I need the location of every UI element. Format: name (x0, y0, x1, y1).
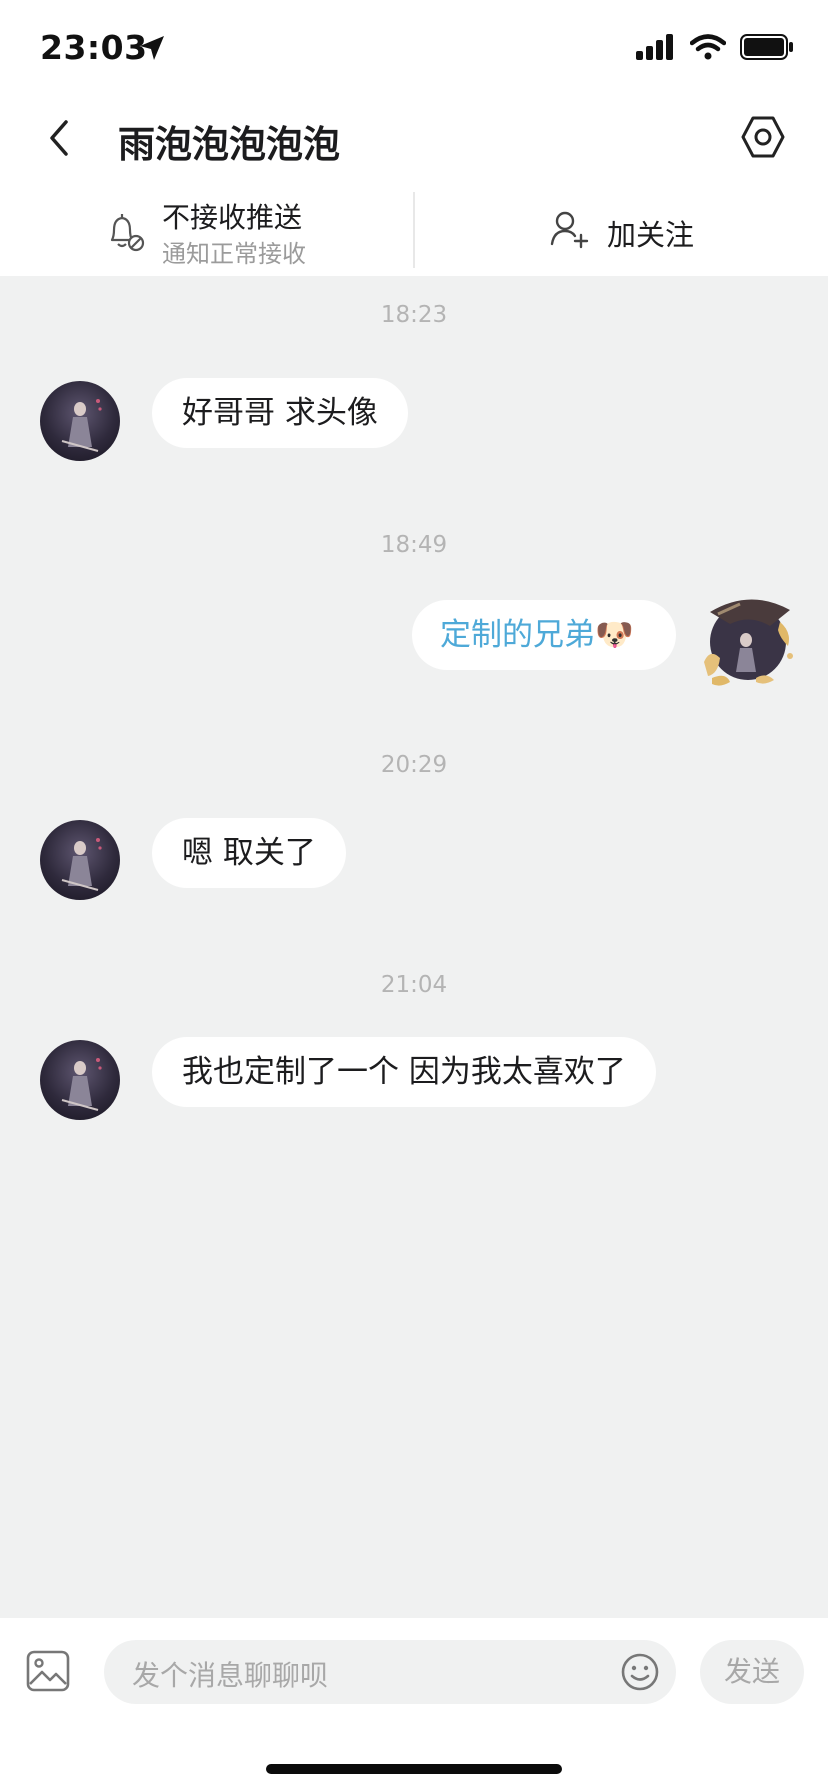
add-user-icon (550, 211, 589, 249)
timestamp: 18:49 (380, 532, 448, 558)
settings-icon[interactable] (740, 114, 786, 160)
own-message-text: 定制的兄弟 (440, 617, 595, 653)
timestamp: 18:23 (380, 302, 448, 328)
send-button[interactable]: 发送 (700, 1640, 804, 1704)
timestamp: 20:29 (380, 752, 448, 778)
status-time: 23:03 (40, 28, 148, 67)
back-chevron-icon[interactable] (46, 118, 74, 158)
message-bubble[interactable]: 嗯 取关了 (152, 818, 346, 888)
message-input-placeholder: 发个消息聊聊呗 (132, 1659, 329, 1692)
status-icons (636, 34, 794, 60)
message-bubble[interactable]: 我也定制了一个 因为我太喜欢了 (152, 1037, 656, 1107)
contact-avatar[interactable] (40, 381, 120, 461)
bell-muted-icon (110, 214, 145, 252)
wifi-icon (690, 34, 726, 60)
battery-icon (740, 34, 793, 60)
contact-avatar[interactable] (40, 1040, 120, 1120)
contact-avatar[interactable] (40, 820, 120, 900)
emoji-icon[interactable] (620, 1652, 660, 1692)
own-avatar[interactable] (700, 592, 800, 688)
navigation-arrow-icon (140, 36, 164, 60)
signal-icon (636, 34, 673, 60)
timestamp: 21:04 (380, 972, 448, 998)
image-icon[interactable] (26, 1650, 70, 1692)
chat-title: 雨泡泡泡泡泡 (118, 123, 340, 166)
push-title: 不接收推送 (162, 201, 303, 234)
doge-emoji: 🐶 (595, 617, 634, 653)
own-message-bubble[interactable]: 定制的兄弟🐶 (412, 600, 676, 670)
home-indicator[interactable] (266, 1764, 562, 1774)
message-bubble[interactable]: 好哥哥 求头像 (152, 378, 408, 448)
follow-label: 加关注 (607, 218, 695, 252)
push-subtitle: 通知正常接收 (162, 240, 306, 268)
